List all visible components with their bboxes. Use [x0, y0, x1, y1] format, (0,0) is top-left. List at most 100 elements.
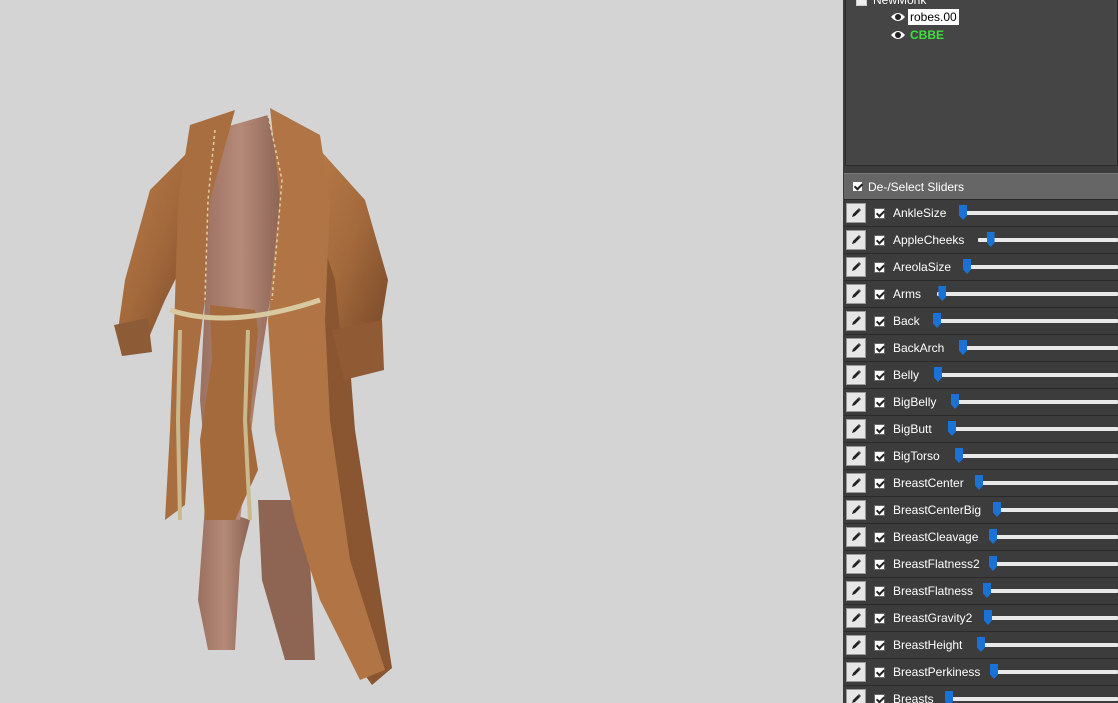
3d-viewport[interactable]: [0, 0, 843, 703]
eye-icon[interactable]: [890, 29, 906, 41]
tree-mesh-robes[interactable]: robes.00: [890, 9, 959, 25]
slider-checkbox[interactable]: [874, 694, 885, 703]
slider-checkbox[interactable]: [874, 667, 885, 678]
slider-checkbox[interactable]: [874, 397, 885, 408]
slider-checkbox[interactable]: [874, 424, 885, 435]
slider-checkbox[interactable]: [874, 316, 885, 327]
slider-track[interactable]: [963, 259, 1118, 274]
edit-slider-button[interactable]: [846, 392, 866, 412]
edit-slider-button[interactable]: [846, 338, 866, 358]
edit-slider-button[interactable]: [846, 284, 866, 304]
edit-slider-button[interactable]: [846, 230, 866, 250]
slider-thumb[interactable]: [963, 259, 971, 274]
slider-thumb[interactable]: [959, 205, 967, 220]
edit-slider-button[interactable]: [846, 419, 866, 439]
slider-track[interactable]: [955, 448, 1118, 463]
slider-track[interactable]: [933, 313, 1118, 328]
robe-model: [114, 108, 392, 685]
slider-label: BreastPerkiness: [893, 665, 981, 679]
pencil-icon: [852, 613, 861, 622]
slider-track[interactable]: [959, 340, 1118, 355]
slider-thumb[interactable]: [993, 502, 1001, 517]
select-all-sliders-label: De-/Select Sliders: [868, 179, 965, 194]
slider-track[interactable]: [975, 475, 1118, 490]
pencil-icon: [852, 505, 861, 514]
edit-slider-button[interactable]: [846, 635, 866, 655]
slider-thumb[interactable]: [959, 340, 967, 355]
slider-thumb[interactable]: [986, 232, 995, 247]
slider-checkbox[interactable]: [874, 289, 885, 300]
edit-slider-button[interactable]: [846, 311, 866, 331]
tree-project-row[interactable]: NewMonk: [856, 0, 926, 8]
edit-slider-button[interactable]: [846, 581, 866, 601]
slider-track[interactable]: [989, 529, 1118, 544]
slider-checkbox[interactable]: [874, 235, 885, 246]
mesh-outline-tree[interactable]: NewMonk robes.00 CBBE: [845, 0, 1118, 166]
slider-checkbox[interactable]: [874, 208, 885, 219]
slider-row: AppleCheeks: [844, 227, 1118, 254]
edit-slider-button[interactable]: [846, 365, 866, 385]
slider-checkbox[interactable]: [874, 451, 885, 462]
slider-thumb[interactable]: [945, 691, 953, 703]
edit-slider-button[interactable]: [846, 527, 866, 547]
edit-slider-button[interactable]: [846, 608, 866, 628]
edit-slider-button[interactable]: [846, 473, 866, 493]
slider-checkbox[interactable]: [874, 343, 885, 354]
edit-slider-button[interactable]: [846, 203, 866, 223]
slider-thumb[interactable]: [975, 475, 983, 490]
slider-thumb[interactable]: [989, 556, 997, 571]
slider-track[interactable]: [983, 583, 1118, 598]
slider-label: BreastCenter: [893, 476, 964, 490]
pencil-icon: [852, 559, 861, 568]
edit-slider-button[interactable]: [846, 662, 866, 682]
slider-track[interactable]: [937, 286, 1118, 301]
slider-track[interactable]: [978, 232, 1118, 247]
slider-row: BreastHeight: [844, 632, 1118, 659]
slider-label: Belly: [893, 368, 920, 382]
slider-checkbox[interactable]: [874, 532, 885, 543]
slider-checkbox[interactable]: [874, 505, 885, 516]
select-all-sliders-checkbox[interactable]: [852, 181, 863, 192]
slider-thumb[interactable]: [989, 529, 997, 544]
slider-checkbox[interactable]: [874, 262, 885, 273]
edit-slider-button[interactable]: [846, 689, 866, 703]
slider-track[interactable]: [990, 664, 1118, 679]
edit-slider-button[interactable]: [846, 257, 866, 277]
slider-checkbox[interactable]: [874, 586, 885, 597]
pencil-icon: [852, 370, 861, 379]
slider-thumb[interactable]: [983, 583, 991, 598]
slider-checkbox[interactable]: [874, 640, 885, 651]
slider-track[interactable]: [948, 421, 1118, 436]
slider-track[interactable]: [959, 205, 1118, 220]
slider-checkbox[interactable]: [874, 559, 885, 570]
slider-row: BreastFlatness: [844, 578, 1118, 605]
slider-checkbox[interactable]: [874, 370, 885, 381]
edit-slider-button[interactable]: [846, 500, 866, 520]
slider-thumb[interactable]: [948, 421, 956, 436]
slider-checkbox[interactable]: [874, 478, 885, 489]
slider-track[interactable]: [993, 502, 1118, 517]
slider-track[interactable]: [945, 691, 1118, 703]
slider-thumb[interactable]: [990, 664, 998, 679]
edit-slider-button[interactable]: [846, 446, 866, 466]
slider-track[interactable]: [934, 367, 1118, 382]
pencil-icon: [852, 640, 861, 649]
slider-thumb[interactable]: [934, 367, 942, 382]
slider-track[interactable]: [977, 637, 1118, 652]
slider-track[interactable]: [989, 556, 1118, 571]
slider-thumb[interactable]: [955, 448, 963, 463]
slider-label: BreastHeight: [893, 638, 963, 652]
slider-row: BackArch: [844, 335, 1118, 362]
slider-thumb[interactable]: [984, 610, 992, 625]
edit-slider-button[interactable]: [846, 554, 866, 574]
slider-checkbox[interactable]: [874, 613, 885, 624]
slider-track[interactable]: [984, 610, 1118, 625]
eye-icon[interactable]: [890, 11, 906, 23]
tree-mesh-reference[interactable]: CBBE: [890, 27, 946, 43]
slider-thumb[interactable]: [938, 286, 947, 301]
slider-thumb[interactable]: [977, 637, 985, 652]
slider-thumb[interactable]: [933, 313, 941, 328]
slider-label: BigBelly: [893, 395, 937, 409]
slider-track[interactable]: [951, 394, 1118, 409]
slider-thumb[interactable]: [951, 394, 959, 409]
